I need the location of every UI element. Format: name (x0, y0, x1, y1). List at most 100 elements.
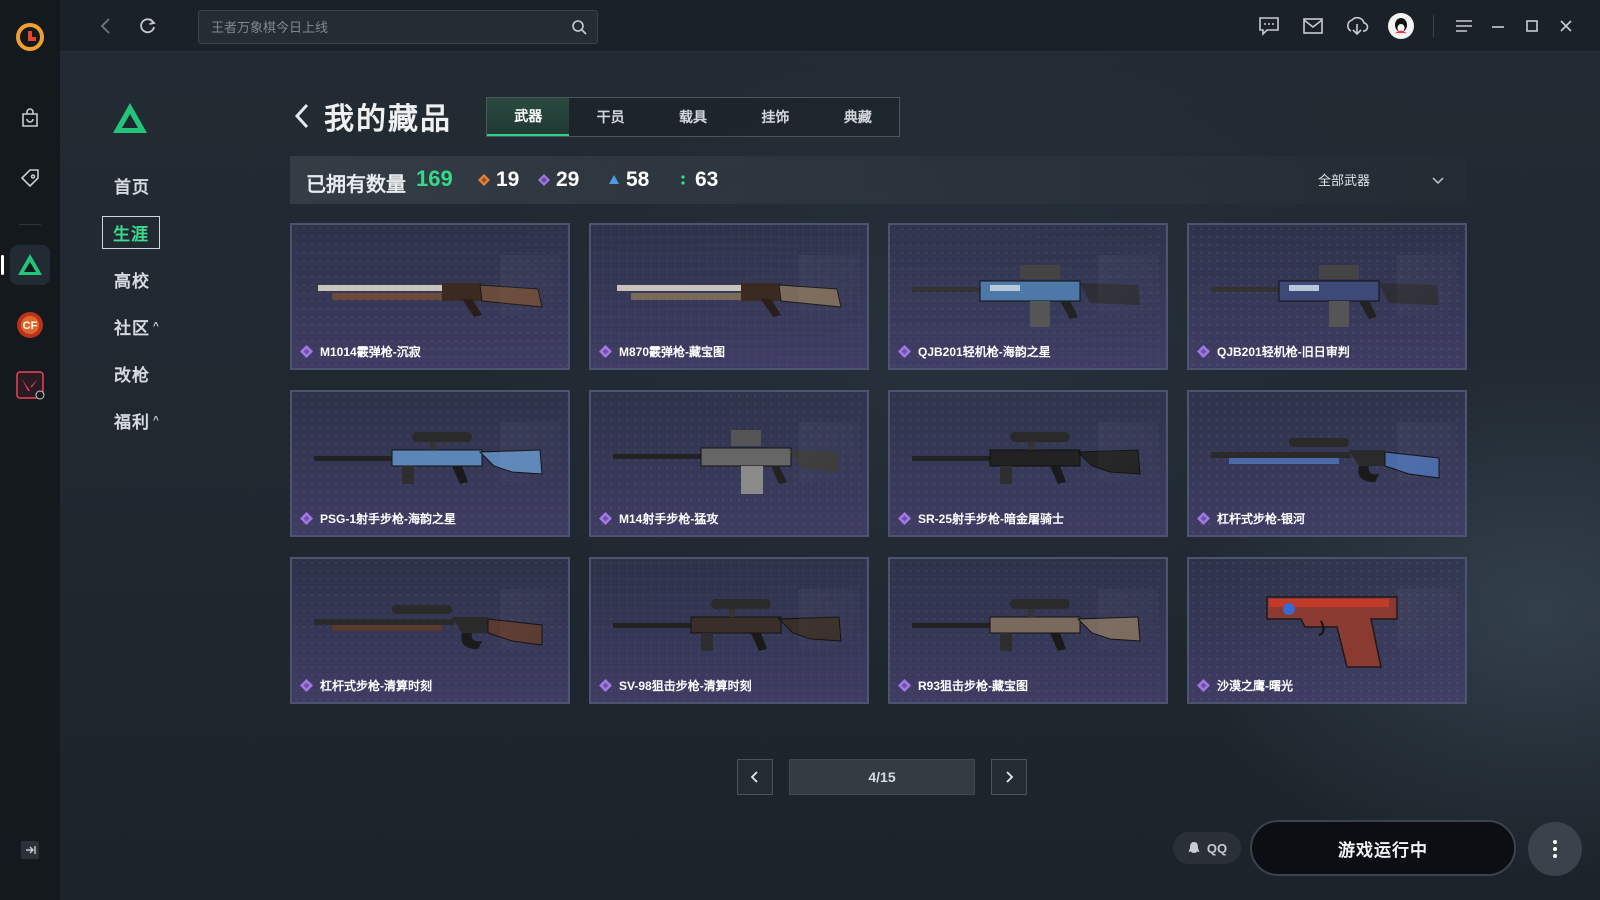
search-box[interactable] (198, 10, 598, 44)
weapon-card[interactable]: R93狙击步枪-藏宝图 (888, 557, 1168, 704)
rarity-count: 19 (478, 168, 519, 192)
owned-label: 已拥有数量 (306, 174, 406, 196)
refresh-icon[interactable] (138, 16, 158, 36)
menu-icon[interactable] (1450, 12, 1478, 40)
weapon-card[interactable]: 杠杆式步枪-清算时刻 (290, 557, 570, 704)
next-page-button[interactable] (991, 759, 1027, 795)
weapon-image (613, 599, 842, 651)
qq-penguin-icon (1188, 842, 1200, 853)
weapon-card[interactable]: 杠杆式步枪-银河 (1187, 390, 1467, 537)
sidebar-item-label: 高校 (114, 272, 150, 291)
sidebar-item-label: 首页 (114, 178, 150, 197)
game-running-button[interactable]: 游戏运行中 (1250, 820, 1516, 876)
weapon-card-name: M870霰弹枪-藏宝图 (619, 345, 726, 359)
delta-force-game-icon[interactable] (1, 245, 50, 285)
page-indicator: 4/15 (789, 759, 975, 795)
tab[interactable]: 武器 (487, 98, 570, 136)
sidebar-item[interactable]: 生涯 (102, 209, 160, 256)
category-tabs: 武器 干员 载具 挂饰 典藏 (486, 97, 900, 137)
more-vertical-icon (1553, 840, 1557, 858)
minimize-icon[interactable] (1484, 12, 1512, 40)
weapon-card[interactable]: PSG-1射手步枪-海韵之星 (290, 390, 570, 537)
weapon-card[interactable]: M870霰弹枪-藏宝图 (589, 223, 869, 370)
rarity-diamond-icon (300, 345, 313, 358)
rarity-diamond-icon (599, 679, 612, 692)
weapon-card[interactable]: QJB201轻机枪-海韵之星 (888, 223, 1168, 370)
delta-force-logo-icon (113, 103, 147, 133)
weapon-card-name: PSG-1射手步枪-海韵之星 (320, 512, 457, 526)
rarity-diamond-icon (599, 512, 612, 525)
rarity-diamond-icon (1197, 679, 1210, 692)
run-label: 游戏运行中 (1338, 840, 1428, 860)
sidebar-item[interactable]: 改枪 (114, 350, 160, 397)
rarity-count: 58 (608, 168, 649, 192)
search-icon[interactable] (571, 19, 587, 35)
close-icon[interactable] (1552, 12, 1580, 40)
weapon-card[interactable]: QJB201轻机枪-旧日审判 (1187, 223, 1467, 370)
page-title: 我的藏品 (324, 103, 452, 136)
weapon-image (318, 283, 543, 317)
sidebar-item[interactable]: 福利 ^ (114, 397, 160, 444)
search-input[interactable] (199, 11, 597, 43)
crossfire-game-icon[interactable]: CF (10, 305, 50, 345)
blue-triangle-icon (609, 175, 619, 184)
sidebar-item[interactable]: 首页 (114, 162, 160, 209)
orange-diamond-icon (478, 174, 490, 186)
weapon-card-name: SV-98狙击步枪-清算时刻 (619, 679, 752, 693)
sidebar-item-label: 改枪 (114, 366, 150, 385)
sidebar-item-label: 生涯 (102, 216, 160, 249)
nav-back-icon[interactable] (96, 16, 116, 36)
app-logo-icon[interactable] (15, 22, 45, 52)
sidebar-item[interactable]: 高校 (114, 256, 160, 303)
weapon-card[interactable]: SR-25射手步枪-暗金屠骑士 (888, 390, 1168, 537)
weapon-image (912, 432, 1141, 484)
weapon-card-name: 杠杆式步枪-清算时刻 (320, 679, 432, 693)
weapon-card[interactable]: 沙漠之鹰-曙光 (1187, 557, 1467, 704)
more-options-button[interactable] (1528, 822, 1582, 876)
owned-count: 169 (416, 166, 453, 191)
weapon-image (617, 283, 842, 317)
tag-icon[interactable] (10, 158, 50, 198)
game-sidebar: 首页生涯高校社区 ^ 改枪福利 ^ (60, 52, 260, 900)
sidebar-item-label: 社区 (114, 319, 150, 338)
avatar[interactable] (1387, 12, 1415, 40)
rarity-count-value: 29 (556, 168, 580, 191)
rarity-count: 29 (538, 168, 579, 192)
maximize-icon[interactable] (1518, 12, 1546, 40)
svg-text:CF: CF (23, 320, 38, 332)
rarity-count: 63 (677, 168, 718, 192)
tab[interactable]: 载具 (652, 98, 734, 136)
store-bag-icon[interactable] (10, 98, 50, 138)
tab[interactable]: 干员 (569, 98, 651, 136)
rail-divider (19, 224, 41, 225)
prev-page-button[interactable] (737, 759, 773, 795)
mail-icon[interactable] (1299, 12, 1327, 40)
chevron-down-icon (1432, 176, 1444, 184)
sidebar-item[interactable]: 社区 ^ (114, 303, 160, 350)
weapon-card[interactable]: SV-98狙击步枪-清算时刻 (589, 557, 869, 704)
expand-sidebar-icon[interactable] (20, 840, 40, 860)
weapon-card-name: R93狙击步枪-藏宝图 (918, 679, 1029, 693)
rarity-diamond-icon (898, 512, 911, 525)
tab[interactable]: 挂饰 (734, 98, 816, 136)
weapon-card-name: 杠杆式步枪-银河 (1217, 512, 1305, 526)
purple-diamond-icon (538, 174, 550, 186)
top-bar (60, 0, 1600, 52)
weapon-card[interactable]: M1014霰弹枪-沉寂 (290, 223, 570, 370)
rarity-count-value: 58 (626, 168, 650, 191)
rarity-diamond-icon (1197, 345, 1210, 358)
rarity-diamond-icon (300, 679, 313, 692)
download-icon[interactable] (1343, 12, 1371, 40)
valorant-game-icon[interactable] (10, 365, 50, 405)
tab[interactable]: 典藏 (817, 98, 899, 136)
chat-icon[interactable] (1255, 12, 1283, 40)
weapon-card[interactable]: M14射手步枪-猛攻 (589, 390, 869, 537)
weapon-image (1266, 596, 1398, 668)
weapon-filter-dropdown[interactable]: 全部武器 (1318, 170, 1446, 189)
rarity-diamond-icon (1197, 512, 1210, 525)
green-dots-icon (681, 175, 685, 185)
title-row: 我的藏品 (290, 96, 452, 136)
qq-login-button[interactable]: QQ (1173, 832, 1241, 864)
rarity-diamond-icon (898, 345, 911, 358)
back-arrow-icon[interactable] (290, 101, 314, 131)
